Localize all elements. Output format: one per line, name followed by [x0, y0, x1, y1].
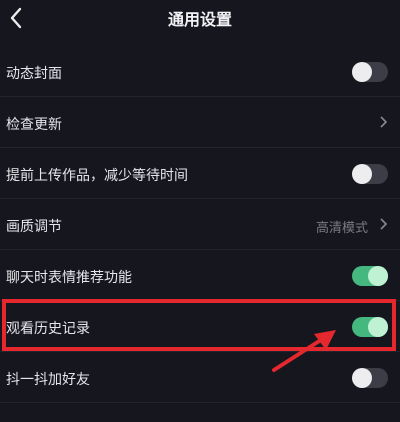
toggle-knob — [352, 368, 372, 388]
setting-label: 检查更新 — [6, 117, 62, 133]
pre-upload-toggle[interactable] — [352, 164, 388, 184]
toggle-knob — [352, 62, 372, 82]
chevron-right-icon — [380, 218, 388, 230]
setting-label: 动态封面 — [6, 66, 62, 82]
annotation-arrow-icon — [272, 330, 336, 372]
page-title: 通用设置 — [167, 10, 232, 29]
shake-add-friend-toggle[interactable] — [352, 368, 388, 388]
setting-pre-upload: 提前上传作品，减少等待时间 — [0, 148, 400, 199]
toggle-knob — [368, 266, 388, 286]
emoji-recommend-toggle[interactable] — [352, 266, 388, 286]
chevron-right-icon — [380, 116, 388, 128]
setting-label: 提前上传作品，减少等待时间 — [6, 168, 188, 184]
setting-emoji-recommend: 聊天时表情推荐功能 — [0, 250, 400, 301]
setting-dynamic-cover: 动态封面 — [0, 46, 400, 97]
toggle-knob — [352, 164, 372, 184]
dynamic-cover-toggle[interactable] — [352, 62, 388, 82]
setting-label: 抖一抖加好友 — [6, 372, 90, 388]
quality-value: 高清模式 — [315, 221, 368, 236]
setting-label: 画质调节 — [6, 219, 62, 235]
header-bar: 通用设置 — [0, 0, 400, 40]
setting-video-quality[interactable]: 画质调节 高清模式 — [0, 199, 400, 250]
setting-label: 聊天时表情推荐功能 — [6, 270, 132, 286]
setting-check-update[interactable]: 检查更新 — [0, 97, 400, 148]
